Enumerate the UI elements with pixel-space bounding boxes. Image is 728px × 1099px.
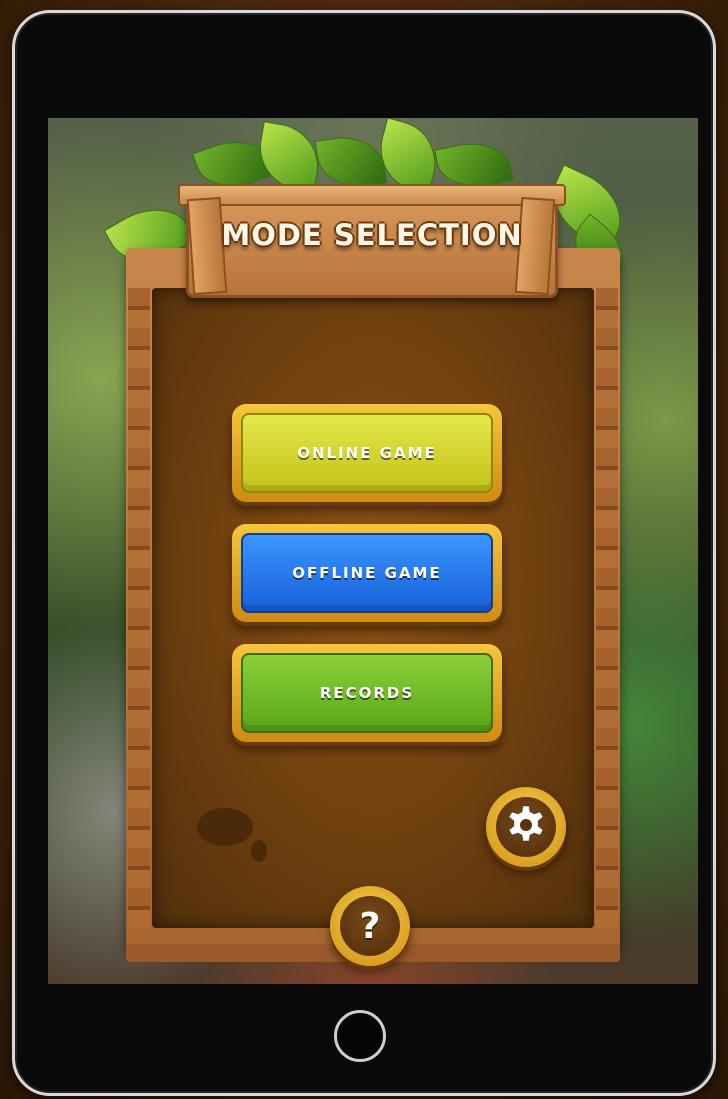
page: MODE SELECTION ONLINE GAME OFFLINE GAME … — [0, 0, 728, 1099]
title-plank-beam — [178, 184, 566, 206]
online-game-button-label: ONLINE GAME — [241, 413, 493, 493]
totem-carving-right — [596, 288, 618, 928]
help-button[interactable]: ? — [330, 886, 410, 966]
game-screen: MODE SELECTION ONLINE GAME OFFLINE GAME … — [48, 118, 698, 984]
settings-button-core — [496, 797, 556, 857]
offline-game-button[interactable]: OFFLINE GAME — [232, 524, 502, 622]
tablet-home-button[interactable] — [334, 1010, 386, 1062]
help-icon: ? — [359, 905, 381, 947]
wood-stain — [197, 808, 253, 846]
offline-game-button-label: OFFLINE GAME — [241, 533, 493, 613]
settings-button[interactable] — [486, 787, 566, 867]
online-game-button[interactable]: ONLINE GAME — [232, 404, 502, 502]
help-button-core: ? — [340, 896, 400, 956]
records-button[interactable]: RECORDS — [232, 644, 502, 742]
leaf-decoration — [253, 121, 325, 193]
records-button-label: RECORDS — [241, 653, 493, 733]
totem-carving-left — [128, 288, 150, 928]
wood-stain — [251, 840, 267, 862]
gear-icon — [504, 803, 548, 851]
page-title: MODE SELECTION — [221, 218, 523, 252]
